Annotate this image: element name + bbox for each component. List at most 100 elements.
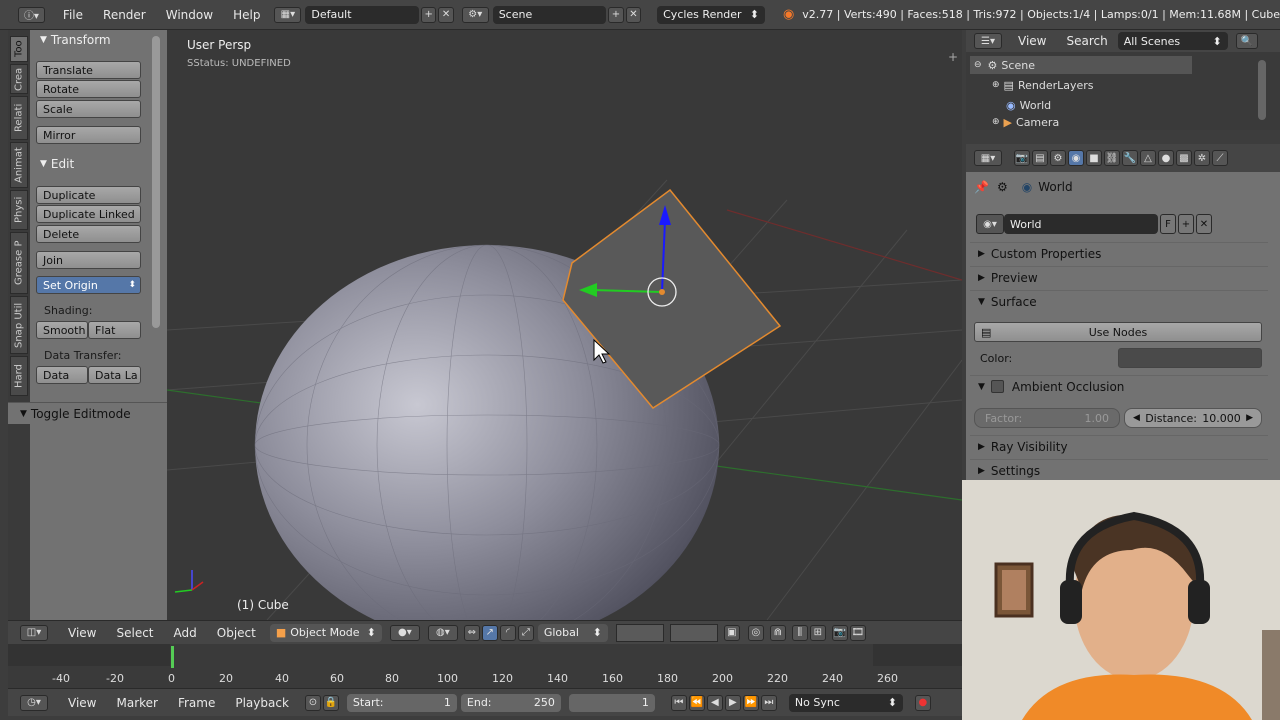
material-tab-icon[interactable]: ● [1158, 150, 1174, 166]
world-browse-icon[interactable]: ◉▾ [976, 214, 1004, 234]
scene-icon[interactable]: ⚙▾ [461, 6, 489, 23]
timeline-editor-icon[interactable]: ◷▾ [20, 694, 48, 711]
snap-icon[interactable]: ⋒ [769, 624, 786, 641]
scene-tab-icon[interactable]: ⚙ [1050, 150, 1066, 166]
menu-search[interactable]: Search [1056, 34, 1117, 48]
menu-file[interactable]: File [53, 8, 93, 22]
display-mode-dropdown[interactable]: All Scenes ⬍ [1117, 32, 1228, 50]
tab-grease-pencil[interactable]: Grease P [10, 232, 28, 294]
rotate-button[interactable]: Rotate [36, 80, 141, 98]
surface-panel[interactable]: ▼ Surface [970, 290, 1268, 312]
scale-button[interactable]: Scale [36, 100, 141, 118]
viewport-shading-icon[interactable]: ●▾ [389, 624, 420, 641]
custom-properties-panel[interactable]: ▶ Custom Properties [970, 242, 1268, 264]
current-frame-field[interactable]: 1 [568, 693, 655, 712]
remove-layout-icon[interactable]: ✕ [438, 6, 454, 23]
render-tab-icon[interactable]: 📷 [1014, 150, 1030, 166]
set-origin-dropdown[interactable]: Set Origin ⬍ [36, 276, 141, 294]
outliner-row-world[interactable]: ◉ World [1006, 96, 1192, 114]
current-frame-marker[interactable] [171, 646, 174, 668]
modifiers-tab-icon[interactable]: 🔧 [1122, 150, 1138, 166]
auto-keying-icon[interactable]: ● [914, 694, 931, 711]
snap-target-icon[interactable]: ⊞ [809, 624, 826, 641]
data-layout-button[interactable]: Data La [88, 366, 141, 384]
preview-panel[interactable]: ▶ Preview [970, 266, 1268, 288]
render-layers-tab-icon[interactable]: ▤ [1032, 150, 1048, 166]
use-preview-range-icon[interactable]: ⊙ [304, 694, 321, 711]
object-tab-icon[interactable]: ■ [1086, 150, 1102, 166]
add-layout-icon[interactable]: + [420, 6, 437, 23]
screen-layout-icon[interactable]: ▦▾ [274, 6, 302, 23]
tab-snap-utilities[interactable]: Snap Util [10, 296, 28, 354]
menu-marker[interactable]: Marker [106, 696, 167, 710]
proportional-edit-icon[interactable]: ◎ [747, 624, 764, 641]
search-icon[interactable]: 🔍 [1235, 33, 1258, 49]
ray-visibility-panel[interactable]: ▶ Ray Visibility [970, 435, 1268, 457]
menu-view[interactable]: View [58, 696, 106, 710]
render-animation-icon[interactable]: 🎞 [849, 624, 866, 641]
end-frame-field[interactable]: End: 250 [460, 693, 561, 712]
layer-buttons-2[interactable] [669, 623, 718, 642]
unlink-world-icon[interactable]: ✕ [1196, 214, 1212, 234]
menu-frame[interactable]: Frame [168, 696, 225, 710]
toggle-editmode-header[interactable]: ▼ Toggle Editmode [8, 402, 167, 424]
delete-button[interactable]: Delete [36, 225, 141, 243]
menu-select[interactable]: Select [106, 626, 163, 640]
tab-create[interactable]: Crea [10, 64, 28, 94]
ambient-occlusion-panel[interactable]: ▼ Ambient Occlusion [970, 375, 1268, 397]
render-engine-dropdown[interactable]: Cycles Render ⬍ [657, 5, 765, 24]
tab-hard-ops[interactable]: Hard [10, 356, 28, 396]
data-tab-icon[interactable]: △ [1140, 150, 1156, 166]
mode-dropdown[interactable]: ■ Object Mode ⬍ [269, 623, 382, 642]
ao-checkbox[interactable] [990, 380, 1004, 393]
outliner-editor-icon[interactable]: ☰▾ [974, 33, 1002, 49]
world-datablock-selector[interactable]: ◉▾ World F + ✕ [974, 214, 1262, 234]
ao-factor-field[interactable]: Factor: 1.00 [974, 408, 1120, 428]
scale-manipulator-icon[interactable]: ⤢ [517, 624, 534, 641]
outliner-scrollbar[interactable] [1258, 60, 1266, 120]
texture-tab-icon[interactable]: ▩ [1176, 150, 1192, 166]
next-keyframe-icon[interactable]: ⏩ [742, 694, 759, 711]
duplicate-linked-button[interactable]: Duplicate Linked [36, 205, 141, 223]
settings-panel[interactable]: ▶ Settings [970, 459, 1268, 481]
layer-buttons[interactable] [615, 623, 664, 642]
snap-element-icon[interactable]: ⫼ [791, 624, 808, 641]
tab-tools[interactable]: Too [10, 36, 28, 62]
play-icon[interactable]: ▶ [724, 694, 741, 711]
pivot-point-icon[interactable]: ◍▾ [427, 624, 458, 641]
duplicate-button[interactable]: Duplicate [36, 186, 141, 204]
lock-layers-icon[interactable]: ▣ [723, 624, 740, 641]
tab-physics[interactable]: Physi [10, 190, 28, 230]
new-world-icon[interactable]: + [1178, 214, 1194, 234]
menu-render[interactable]: Render [93, 8, 156, 22]
physics-tab-icon[interactable]: ⟋ [1212, 150, 1228, 166]
prev-keyframe-icon[interactable]: ⏪ [688, 694, 705, 711]
decrement-arrow-icon[interactable]: ◀ [1133, 413, 1140, 423]
menu-window[interactable]: Window [156, 8, 223, 22]
outliner-row-renderlayers[interactable]: ⊕ ▤ RenderLayers [992, 76, 1192, 94]
use-nodes-button[interactable]: ▤ Use Nodes [974, 322, 1262, 342]
ao-distance-field[interactable]: ◀ Distance: 10.000 ▶ [1124, 408, 1262, 428]
world-tab-icon[interactable]: ◉ [1068, 150, 1084, 166]
menu-view[interactable]: View [1008, 34, 1056, 48]
info-editor-icon[interactable]: ⓘ▾ [18, 6, 45, 23]
lock-range-icon[interactable]: 🔒 [322, 694, 339, 711]
add-scene-icon[interactable]: + [608, 6, 624, 23]
color-swatch[interactable] [1118, 348, 1262, 368]
remove-scene-icon[interactable]: ✕ [625, 6, 642, 23]
screen-layout-field[interactable]: Default [305, 5, 419, 24]
particles-tab-icon[interactable]: ✲ [1194, 150, 1210, 166]
join-button[interactable]: Join [36, 251, 141, 269]
data-button[interactable]: Data [36, 366, 88, 384]
outliner-row-scene[interactable]: ⊖ ⚙ Scene [970, 56, 1192, 74]
menu-object[interactable]: Object [207, 626, 266, 640]
properties-editor-icon[interactable]: ▦▾ [974, 150, 1002, 166]
play-reverse-icon[interactable]: ◀ [706, 694, 723, 711]
translate-manipulator-icon[interactable]: ↗ [481, 624, 498, 641]
jump-end-icon[interactable]: ⏭ [760, 694, 777, 711]
rotate-manipulator-icon[interactable]: ◜ [499, 624, 516, 641]
menu-help[interactable]: Help [223, 8, 270, 22]
viewport-corner-plus-icon[interactable]: + [948, 50, 958, 64]
fake-user-button[interactable]: F [1160, 214, 1176, 234]
pin-icon[interactable]: 📌 [974, 180, 989, 194]
